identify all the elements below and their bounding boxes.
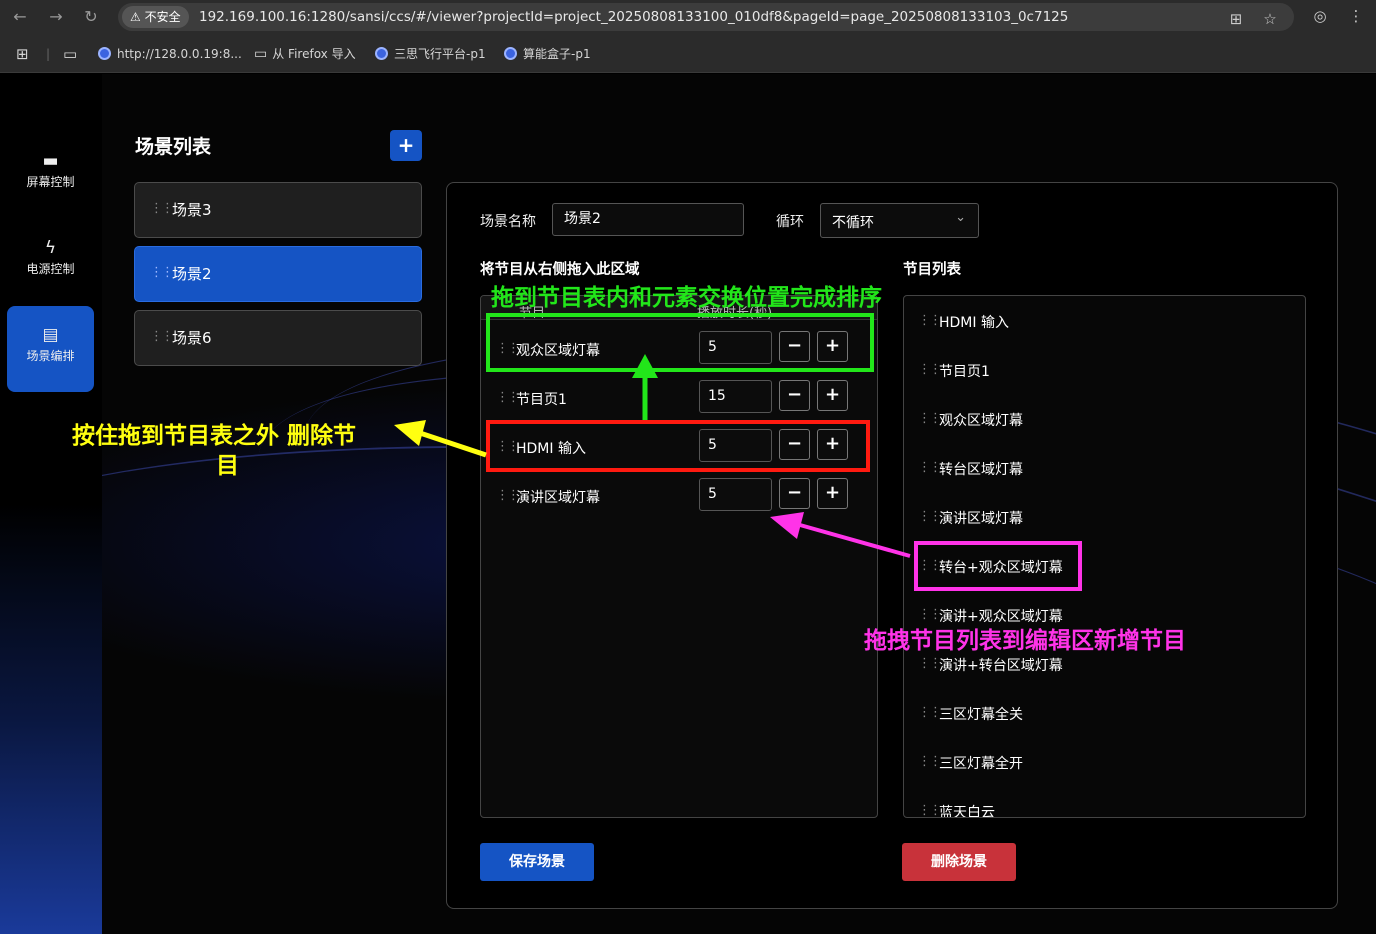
security-label: 不安全 bbox=[144, 10, 181, 24]
menu-icon[interactable]: ⋮ bbox=[1346, 6, 1366, 26]
folder-icon: ▭ bbox=[254, 46, 268, 62]
security-badge[interactable]: ⚠ 不安全 bbox=[122, 6, 189, 28]
nav-label: 屏幕控制 bbox=[26, 175, 75, 189]
program-list-heading: 节目列表 bbox=[903, 262, 961, 278]
sidebar: ▬ 屏幕控制 ϟ 电源控制 ▤ 场景编排 bbox=[0, 74, 102, 934]
add-hint-annotation: 拖拽节目列表到编辑区新增节目 bbox=[864, 628, 1186, 654]
program-label: 三区灯幕全关 bbox=[939, 707, 1023, 723]
save-scene-button[interactable]: 保存场景 bbox=[480, 843, 594, 881]
drag-handle-icon[interactable]: ⋮⋮ bbox=[918, 362, 942, 377]
drag-handle-icon[interactable]: ⋮⋮ bbox=[918, 509, 942, 524]
drag-handle-icon[interactable]: ⋮⋮ bbox=[918, 313, 942, 328]
apps-icon[interactable]: ⊞ bbox=[16, 44, 29, 64]
globe-icon bbox=[98, 47, 111, 60]
table-row[interactable]: ⋮⋮ 节目页1 15 − + bbox=[481, 375, 877, 424]
bookmark-2-label: 从 Firefox 导入 bbox=[272, 47, 356, 61]
scene-name-input[interactable]: 场景2 bbox=[552, 203, 744, 236]
scene-item[interactable]: ⋮⋮ 场景3 bbox=[134, 182, 422, 238]
program-label: 转台区域灯幕 bbox=[939, 462, 1023, 478]
profile-icon[interactable]: ◎ bbox=[1310, 6, 1330, 26]
drag-handle-icon[interactable]: ⋮⋮ bbox=[496, 488, 520, 503]
globe-icon bbox=[375, 47, 388, 60]
bookmark-3-label: 三思飞行平台-p1 bbox=[394, 47, 486, 61]
add-highlight-box bbox=[914, 541, 1082, 591]
delete-hint-annotation-line2: 目 bbox=[216, 453, 239, 479]
delete-highlight-box bbox=[486, 420, 870, 472]
decrement-button[interactable]: − bbox=[779, 380, 810, 411]
bookmark-divider: | bbox=[46, 47, 51, 61]
scene-name-label: 场景名称 bbox=[480, 214, 536, 230]
scene-label: 场景6 bbox=[172, 329, 212, 347]
program-label: HDMI 输入 bbox=[939, 315, 1009, 331]
nav-label: 电源控制 bbox=[26, 262, 75, 276]
nav-power-control[interactable]: ϟ 电源控制 bbox=[7, 219, 94, 305]
drag-handle-icon[interactable]: ⋮⋮ bbox=[150, 201, 174, 216]
bookmarks-bar: ⊞ | ▭ http://128.0.0.19:8... ▭ 从 Firefox … bbox=[0, 34, 1376, 73]
program-label: 演讲+转台区域灯幕 bbox=[939, 658, 1063, 674]
scene-item[interactable]: ⋮⋮ 场景2 bbox=[134, 246, 422, 302]
duration-input[interactable]: 15 bbox=[699, 380, 772, 413]
drag-handle-icon[interactable]: ⋮⋮ bbox=[918, 705, 942, 720]
delete-scene-button[interactable]: 删除场景 bbox=[902, 843, 1016, 881]
program-label: 演讲区域灯幕 bbox=[939, 511, 1023, 527]
app-area: ▬ 屏幕控制 ϟ 电源控制 ▤ 场景编排 场景列表 + ⋮⋮ 场景3 ⋮⋮ 场景… bbox=[0, 74, 1376, 934]
sort-highlight-box bbox=[486, 313, 874, 372]
star-icon[interactable]: ☆ bbox=[1260, 9, 1280, 29]
address-bar[interactable]: ⚠ 不安全 192.169.100.16:1280/sansi/ccs/#/vi… bbox=[118, 3, 1294, 31]
back-icon[interactable]: ← bbox=[9, 6, 31, 28]
sort-hint-annotation: 拖到节目表内和元素交换位置完成排序 bbox=[491, 285, 882, 311]
nav-scene-editor[interactable]: ▤ 场景编排 bbox=[7, 306, 94, 392]
row-program-label: 演讲区域灯幕 bbox=[516, 490, 600, 506]
table-row[interactable]: ⋮⋮ 演讲区域灯幕 5 − + bbox=[481, 473, 877, 522]
bookmark-4[interactable]: 算能盒子-p1 bbox=[504, 44, 591, 64]
nav-label: 场景编排 bbox=[26, 349, 75, 363]
folder-icon[interactable]: ▭ bbox=[63, 44, 77, 64]
scene-label: 场景3 bbox=[172, 201, 212, 219]
increment-button[interactable]: + bbox=[817, 380, 848, 411]
delete-hint-annotation-line1: 按住拖到节目表之外 删除节 bbox=[72, 423, 357, 449]
translate-icon[interactable]: ⊞ bbox=[1226, 9, 1246, 29]
drag-handle-icon[interactable]: ⋮⋮ bbox=[918, 656, 942, 671]
url-text: 192.169.100.16:1280/sansi/ccs/#/viewer?p… bbox=[199, 9, 1069, 25]
drag-handle-icon[interactable]: ⋮⋮ bbox=[918, 460, 942, 475]
drag-handle-icon[interactable]: ⋮⋮ bbox=[918, 803, 942, 817]
scene-list-title: 场景列表 bbox=[135, 136, 212, 158]
chevron-down-icon: ⌄ bbox=[955, 210, 966, 225]
scene-label: 场景2 bbox=[172, 265, 212, 283]
browser-toolbar: ← → ↻ ⚠ 不安全 192.169.100.16:1280/sansi/cc… bbox=[0, 0, 1376, 34]
drag-handle-icon[interactable]: ⋮⋮ bbox=[150, 329, 174, 344]
loop-label: 循环 bbox=[776, 214, 804, 230]
drop-zone-heading: 将节目从右侧拖入此区域 bbox=[480, 262, 640, 278]
program-drop-zone[interactable]: 节目 播放时长(秒) ⋮⋮ 观众区域灯幕 5 − + ⋮⋮ 节目页1 15 − … bbox=[480, 295, 878, 818]
bookmark-4-label: 算能盒子-p1 bbox=[523, 47, 591, 61]
nav-screen-control[interactable]: ▬ 屏幕控制 bbox=[7, 132, 94, 218]
drag-handle-icon[interactable]: ⋮⋮ bbox=[918, 754, 942, 769]
bookmark-1[interactable]: http://128.0.0.19:8... bbox=[98, 44, 242, 64]
bookmark-2[interactable]: ▭ 从 Firefox 导入 bbox=[254, 44, 356, 64]
drag-handle-icon[interactable]: ⋮⋮ bbox=[496, 390, 520, 405]
bookmark-1-label: http://128.0.0.19:8... bbox=[117, 47, 242, 61]
lightning-icon: ϟ bbox=[44, 238, 57, 258]
program-label: 观众区域灯幕 bbox=[939, 413, 1023, 429]
drag-handle-icon[interactable]: ⋮⋮ bbox=[918, 411, 942, 426]
loop-select[interactable]: 不循环 ⌄ bbox=[820, 203, 979, 238]
decrement-button[interactable]: − bbox=[779, 478, 810, 509]
drag-handle-icon[interactable]: ⋮⋮ bbox=[918, 607, 942, 622]
program-label: 蓝天白云 bbox=[939, 805, 995, 818]
globe-icon bbox=[504, 47, 517, 60]
reload-icon[interactable]: ↻ bbox=[80, 6, 102, 28]
drag-handle-icon[interactable]: ⋮⋮ bbox=[150, 265, 174, 280]
program-label: 三区灯幕全开 bbox=[939, 756, 1023, 772]
bookmark-3[interactable]: 三思飞行平台-p1 bbox=[375, 44, 486, 64]
duration-input[interactable]: 5 bbox=[699, 478, 772, 511]
increment-button[interactable]: + bbox=[817, 478, 848, 509]
row-program-label: 节目页1 bbox=[516, 392, 567, 408]
add-scene-button[interactable]: + bbox=[390, 130, 422, 161]
forward-icon[interactable]: → bbox=[45, 6, 67, 28]
clapperboard-icon: ▤ bbox=[42, 325, 59, 345]
loop-value: 不循环 bbox=[832, 215, 874, 231]
program-label: 节目页1 bbox=[939, 364, 990, 380]
scene-item[interactable]: ⋮⋮ 场景6 bbox=[134, 310, 422, 366]
monitor-icon: ▬ bbox=[42, 151, 59, 171]
